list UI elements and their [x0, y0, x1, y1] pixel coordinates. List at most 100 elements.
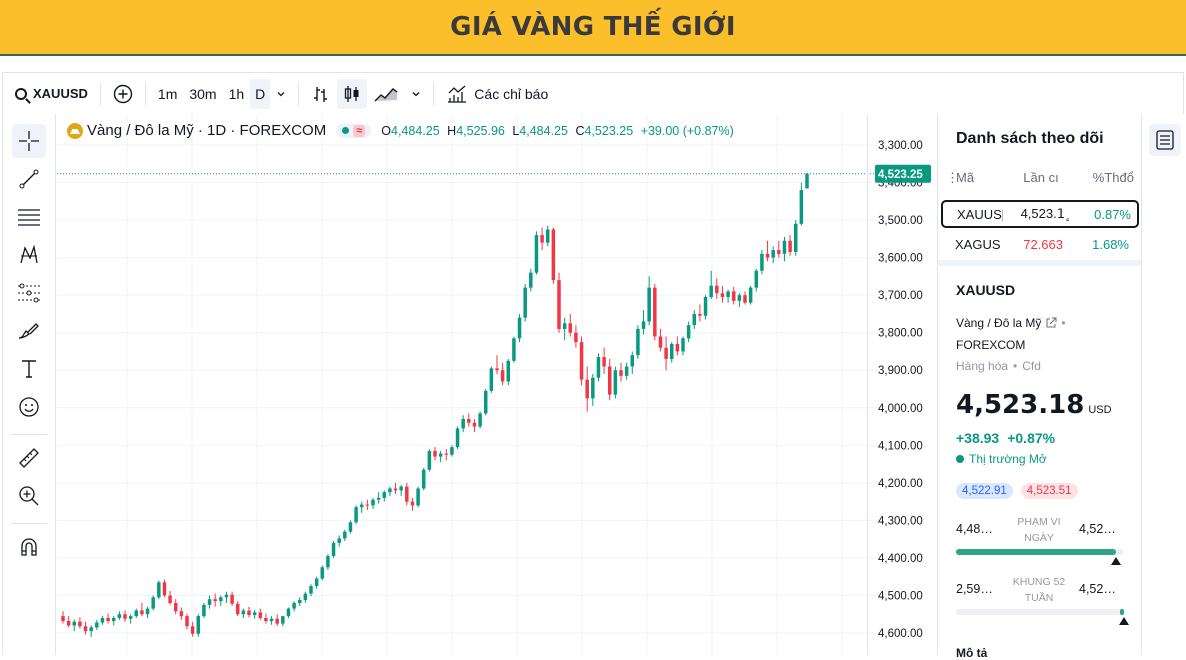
interval-30m[interactable]: 30m [183, 73, 222, 114]
watchlist-row[interactable]: XAGUS[ 72.663 1.68% [941, 230, 1139, 258]
candle-body [681, 338, 685, 352]
bar-chart-type-button[interactable] [305, 73, 337, 114]
candle-body [726, 291, 730, 298]
forecast-tool[interactable] [12, 276, 46, 310]
watchlist-toggle-button[interactable] [1149, 124, 1181, 156]
brush-icon [18, 323, 39, 339]
candle-body [658, 336, 663, 348]
chart-pane[interactable]: 4,600.00 4,500.00 4,400.00 4,300.00 4,200.00… [57, 114, 936, 655]
candle-body [574, 332, 578, 343]
candle-body [354, 507, 358, 523]
details-category-row: Hàng hóa • Cfd [956, 359, 1041, 373]
candle-body [664, 347, 668, 359]
candle-body [568, 323, 573, 333]
candle-body [529, 272, 533, 288]
candle-body [788, 240, 792, 252]
day-range-bar [956, 549, 1124, 555]
candle-body [326, 556, 330, 568]
magnet-tool[interactable] [12, 530, 46, 564]
candle-body [241, 610, 246, 615]
divider [144, 81, 146, 106]
details-currency: USD [1088, 404, 1112, 416]
indicators-icon [448, 85, 467, 103]
interval-d[interactable]: D [250, 78, 271, 109]
brush-tool[interactable] [12, 314, 46, 348]
column-symbol[interactable]: Mã [956, 170, 1006, 186]
candle-body [720, 293, 725, 298]
candle-body [596, 357, 601, 378]
fib-tool[interactable] [12, 200, 46, 234]
row-symbol: XAGUS[ [955, 236, 1001, 252]
column-last[interactable]: Lần cı [1006, 170, 1076, 186]
interval-dropdown[interactable] [270, 73, 292, 114]
divider [11, 523, 47, 524]
candle-body [512, 338, 516, 361]
candle-body [196, 616, 201, 634]
page-banner: GIÁ VÀNG THẾ GIỚI [0, 0, 1186, 56]
crosshair-tool[interactable] [12, 124, 46, 158]
pattern-icon [20, 244, 38, 264]
interval-1h[interactable]: 1h [223, 73, 251, 114]
candle-body [805, 173, 809, 189]
horizontal-lines-icon [18, 209, 40, 226]
pattern-tool[interactable] [12, 238, 46, 272]
candle-body [173, 602, 178, 612]
candles-icon [345, 85, 359, 102]
zoom-tool[interactable] [12, 479, 46, 513]
candle-body [151, 597, 155, 609]
chart-type-dropdown[interactable] [405, 73, 427, 114]
candle-body [557, 280, 561, 329]
details-description-row: Vàng / Đô la Mỹ • [956, 316, 1066, 330]
details-change-pct: +0.87% [1007, 430, 1056, 446]
price-chart[interactable]: 4,600.00 4,500.00 4,400.00 4,300.00 4,200.00… [57, 114, 936, 655]
indicators-button[interactable]: Các chỉ báo [440, 73, 554, 114]
watchlist-row[interactable]: XAUUS[ 4,523.1ٍ 0.87% [941, 200, 1139, 228]
column-change[interactable]: %Thđổ [1076, 170, 1134, 186]
candle-body [393, 488, 398, 491]
list-icon [1156, 130, 1174, 150]
last-price-label: 4,523.25 [878, 169, 923, 181]
candle-body [359, 504, 364, 508]
day-range-low: 4,48… [956, 522, 993, 536]
candle-body [365, 504, 370, 506]
candle-body [89, 627, 93, 632]
trend-line-tool[interactable] [12, 162, 46, 196]
symbol-label: XAUUSD [33, 86, 88, 101]
emoji-tool[interactable] [12, 390, 46, 424]
price-axis-tick: 4,500.00 [878, 590, 923, 602]
candle-body [771, 250, 775, 258]
candle-body [731, 291, 736, 301]
week52-fill [1120, 609, 1124, 615]
candle-body [258, 612, 263, 618]
wave-icon: ≈ [353, 124, 366, 137]
details-description[interactable]: Vàng / Đô la Mỹ [956, 316, 1041, 330]
candles-chart-type-button[interactable] [337, 78, 368, 109]
candle-body [698, 313, 702, 316]
area-chart-type-button[interactable] [367, 73, 405, 114]
chart-toolbar: XAUUSD 1m 30m 1h D Các chỉ báo [2, 72, 1184, 114]
compare-button[interactable] [107, 73, 139, 114]
text-tool[interactable] [12, 352, 46, 386]
candle-body [371, 499, 375, 506]
dot-separator: • [1013, 359, 1018, 373]
candle-body [247, 610, 251, 615]
candle-body [281, 616, 285, 624]
bid-badge: 4,522.91 [956, 483, 1013, 499]
market-status-pill[interactable]: ≈ [336, 123, 372, 138]
magnet-icon [21, 538, 37, 556]
candle-body [61, 616, 65, 621]
symbol-search[interactable]: XAUUSD [3, 73, 94, 114]
external-link-icon[interactable] [1045, 317, 1057, 329]
ruler-icon [19, 448, 39, 468]
row-symbol: XAUUS[ [957, 206, 1003, 222]
candle-body [782, 240, 787, 254]
measure-tool[interactable] [12, 441, 46, 475]
divider [433, 81, 435, 106]
bars-icon [314, 86, 328, 102]
candle-body [455, 428, 460, 448]
day-range-fill [956, 549, 1116, 555]
interval-1m[interactable]: 1m [152, 73, 183, 114]
drag-handle-icon[interactable]: ⋮ [946, 170, 959, 186]
candle-body [337, 538, 341, 543]
details-symbol: XAUUSD [956, 282, 1016, 298]
